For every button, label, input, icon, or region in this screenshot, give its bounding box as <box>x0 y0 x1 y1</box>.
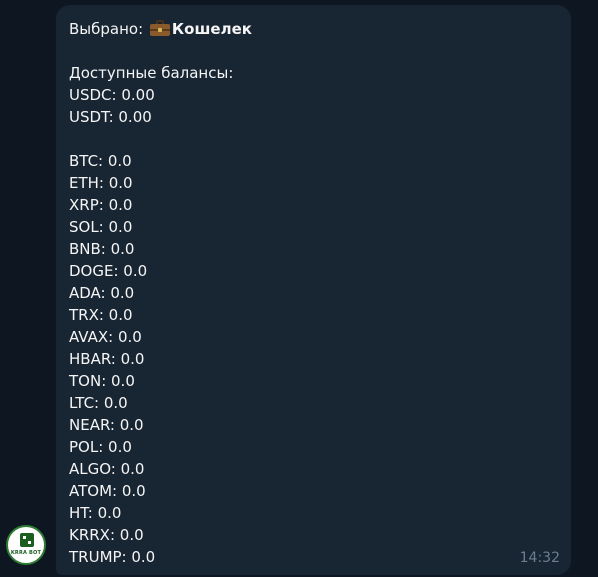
balance-line: LTC: 0.0 <box>69 394 128 412</box>
balance-line: HBAR: 0.0 <box>69 350 145 368</box>
balance-line-usdt: USDT: 0.00 <box>69 108 152 126</box>
balance-line: ALGO: 0.0 <box>69 460 145 478</box>
coin-balance-list: BTC: 0.0 ETH: 0.0 XRP: 0.0 SOL: 0.0 BNB:… <box>69 150 558 568</box>
title-prefix: Выбрано: <box>69 20 144 38</box>
balance-line: BNB: 0.0 <box>69 240 135 258</box>
balance-line: ADA: 0.0 <box>69 284 135 302</box>
available-balances-label: Доступные балансы: <box>69 64 234 82</box>
briefcase-icon <box>149 20 170 36</box>
balance-line: AVAX: 0.0 <box>69 328 142 346</box>
balance-line: KRRX: 0.0 <box>69 526 144 544</box>
balance-line: ETH: 0.0 <box>69 174 133 192</box>
balance-line: XRP: 0.0 <box>69 196 133 214</box>
balance-line: NEAR: 0.0 <box>69 416 144 434</box>
stable-balance-list: USDC: 0.00 USDT: 0.00 <box>69 84 558 128</box>
avatar-logo-text: KRRA BOT <box>10 550 42 556</box>
balance-line: TRUMP: 0.0 <box>69 548 156 566</box>
message-title: Выбрано: Кошелек <box>69 18 558 40</box>
balance-line: BTC: 0.0 <box>69 152 132 170</box>
balance-line: TON: 0.0 <box>69 372 135 390</box>
message-timestamp: 14:32 <box>519 550 560 566</box>
bot-logo-icon <box>20 533 34 547</box>
balance-line: SOL: 0.0 <box>69 218 133 236</box>
balance-line: ATOM: 0.0 <box>69 482 146 500</box>
balance-line: HT: 0.0 <box>69 504 122 522</box>
balance-line: TRX: 0.0 <box>69 306 133 324</box>
balance-line: DOGE: 0.0 <box>69 262 148 280</box>
bot-avatar[interactable]: KRRA BOT <box>6 525 46 565</box>
balance-line-usdc: USDC: 0.00 <box>69 86 155 104</box>
balance-line: POL: 0.0 <box>69 438 132 456</box>
message-bubble[interactable]: Выбрано: Кошелек Доступные балансы: USDC… <box>56 5 571 575</box>
chat-area: Выбрано: Кошелек Доступные балансы: USDC… <box>0 0 598 577</box>
title-wallet: Кошелек <box>171 20 252 38</box>
